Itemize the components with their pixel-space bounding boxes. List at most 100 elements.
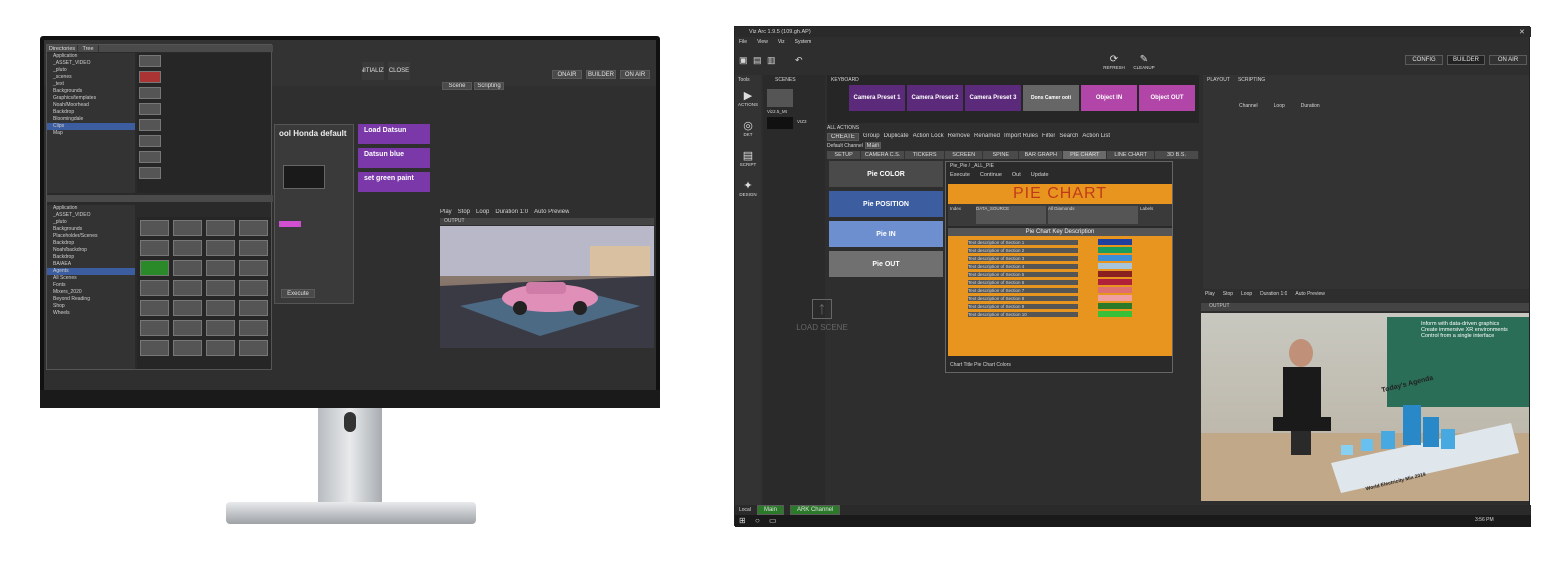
asset-thumb[interactable] (173, 320, 202, 336)
tree-tab-tree[interactable]: Tree (78, 45, 99, 52)
pie-key-row[interactable]: Text description of Section 6 (968, 278, 1152, 286)
save-icon[interactable]: ▥ (767, 55, 776, 66)
file-thumb[interactable] (139, 167, 161, 179)
tree-item[interactable]: All Scenes (47, 275, 135, 282)
taskbar-icon[interactable]: ○ (755, 516, 760, 525)
tree-item[interactable]: Beyond Reading (47, 296, 135, 303)
field-index[interactable]: Index (950, 206, 974, 224)
execute-button[interactable]: Execute (281, 289, 315, 298)
tree-item[interactable]: Noah/Moorhead (47, 102, 135, 109)
pie-key-label[interactable]: Text description of Section 10 (968, 311, 1078, 317)
pie-key-label[interactable]: Text description of Section 1 (968, 239, 1078, 245)
pie-in-action[interactable]: Pie IN (829, 221, 943, 247)
left-initialize-button[interactable]: INITIALIZE (362, 62, 384, 80)
pie-key-swatch[interactable] (1098, 263, 1132, 269)
pie-key-swatch[interactable] (1098, 295, 1132, 301)
remove-button[interactable]: Remove (948, 133, 970, 141)
asset-thumb[interactable] (206, 240, 235, 256)
loop-toggle[interactable]: Loop (476, 209, 489, 215)
config-button[interactable]: CONFIG (1405, 55, 1443, 65)
create-button[interactable]: CREATE (827, 133, 859, 141)
asset-thumb[interactable] (140, 220, 169, 236)
tree-item[interactable]: Noah/backdrop (47, 247, 135, 254)
tab-3d[interactable]: 3D B.S. (1155, 151, 1199, 159)
camera-preset-3[interactable]: Camera Preset 3 (965, 85, 1021, 111)
asset-thumb[interactable] (173, 300, 202, 316)
camera-preset-2[interactable]: Camera Preset 2 (907, 85, 963, 111)
field-data-source[interactable]: DATA_SOURCE (976, 206, 1046, 224)
tree-item[interactable]: Mixers_2020 (47, 289, 135, 296)
pie-key-row[interactable]: Text description of Section 9 (968, 302, 1152, 310)
asset-thumb[interactable] (206, 260, 235, 276)
left-onair-button[interactable]: ONAIR (552, 70, 582, 79)
tree-item[interactable]: Wheels (47, 310, 135, 317)
tree-tab-directories[interactable]: Directories (47, 45, 78, 52)
pie-key-swatch[interactable] (1098, 271, 1132, 277)
pie-key-row[interactable]: Text description of Section 2 (968, 246, 1152, 254)
pie-key-row[interactable]: Text description of Section 4 (968, 262, 1152, 270)
scripting-tab[interactable]: Scripting (474, 82, 504, 90)
pie-key-row[interactable]: Text description of Section 5 (968, 270, 1152, 278)
tab-scripting[interactable]: SCRIPTING (1238, 77, 1265, 83)
tree-item[interactable]: Map (47, 130, 135, 137)
tree-item[interactable]: _pluto (47, 67, 135, 74)
asset-thumb[interactable] (206, 300, 235, 316)
action-lock-button[interactable]: Action Lock (913, 133, 944, 141)
start-icon[interactable]: ⊞ (739, 516, 746, 525)
loop-toggle[interactable]: Loop (1241, 291, 1252, 299)
tab-tickers[interactable]: TICKERS (905, 151, 946, 159)
tree-item[interactable]: Backgrounds (47, 88, 135, 95)
tree-item[interactable]: Application (47, 205, 135, 212)
tree-item[interactable]: Backdrop (47, 240, 135, 247)
builder-button[interactable]: BUILDER (1447, 55, 1485, 65)
continue-button[interactable]: Continue (980, 172, 1002, 181)
duration-field[interactable]: Duration 1:0 (1260, 291, 1287, 299)
pie-key-swatch[interactable] (1098, 239, 1132, 245)
asset-thumb[interactable] (239, 260, 268, 276)
tree-item[interactable]: Bloomingdale (47, 116, 135, 123)
tab-main[interactable]: Main (756, 505, 784, 515)
tab-spine[interactable]: SPINE (983, 151, 1020, 159)
sidebar-dkt[interactable]: ◎ DKT (735, 115, 761, 141)
tree-item[interactable]: Backdrop (47, 109, 135, 116)
field-all-diamonds[interactable]: All Diamonds (1048, 206, 1138, 224)
load-scene-dropzone[interactable]: ↑ LOAD SCENE (791, 299, 853, 359)
pie-key-label[interactable]: Text description of Section 9 (968, 303, 1078, 309)
tree-item[interactable]: Shop (47, 303, 135, 310)
import-rules-button[interactable]: Import Rules (1004, 133, 1038, 141)
file-thumb[interactable] (139, 71, 161, 83)
open-icon[interactable]: ▤ (753, 55, 762, 66)
taskbar-icon[interactable]: ▭ (769, 516, 777, 525)
asset-thumb[interactable] (173, 220, 202, 236)
tree-item[interactable]: _text (47, 81, 135, 88)
tree-item[interactable]: Placeholder/Scenes (47, 233, 135, 240)
color-swatch[interactable] (279, 221, 301, 227)
asset-thumb[interactable] (239, 340, 268, 356)
pie-key-label[interactable]: Text description of Section 2 (968, 247, 1078, 253)
pie-color-action[interactable]: Pie COLOR (829, 161, 943, 187)
update-button[interactable]: Update (1031, 172, 1049, 181)
object-out-button[interactable]: Object OUT (1139, 85, 1195, 111)
pie-key-label[interactable]: Text description of Section 6 (968, 279, 1078, 285)
tree-item[interactable]: _ASSET_VIDEO (47, 212, 135, 219)
asset-thumb[interactable] (173, 260, 202, 276)
tab-line-chart[interactable]: LINE CHART (1107, 151, 1156, 159)
menu-system[interactable]: System (795, 39, 812, 45)
tree-item[interactable]: Backdrop (47, 254, 135, 261)
file-thumb[interactable] (139, 119, 161, 131)
renamed-button[interactable]: Renamed (974, 133, 1000, 141)
asset-thumb[interactable] (206, 320, 235, 336)
file-thumb[interactable] (139, 151, 161, 163)
out-button[interactable]: Out (1012, 172, 1021, 181)
scene-thumb[interactable] (767, 117, 793, 129)
asset-thumb[interactable] (140, 300, 169, 316)
channel-main-button[interactable]: Main (865, 142, 881, 149)
asset-thumb[interactable] (239, 280, 268, 296)
asset-thumb[interactable] (140, 240, 169, 256)
tree-item[interactable]: Application (47, 53, 135, 60)
auto-preview-toggle[interactable]: Auto Preview (1295, 291, 1324, 299)
execute-button[interactable]: Execute (950, 172, 970, 181)
sidebar-script[interactable]: ▤ SCRIPT (735, 145, 761, 171)
tree-item[interactable]: Graphics/templates (47, 95, 135, 102)
set-green-paint-button[interactable]: set green paint (358, 172, 430, 192)
